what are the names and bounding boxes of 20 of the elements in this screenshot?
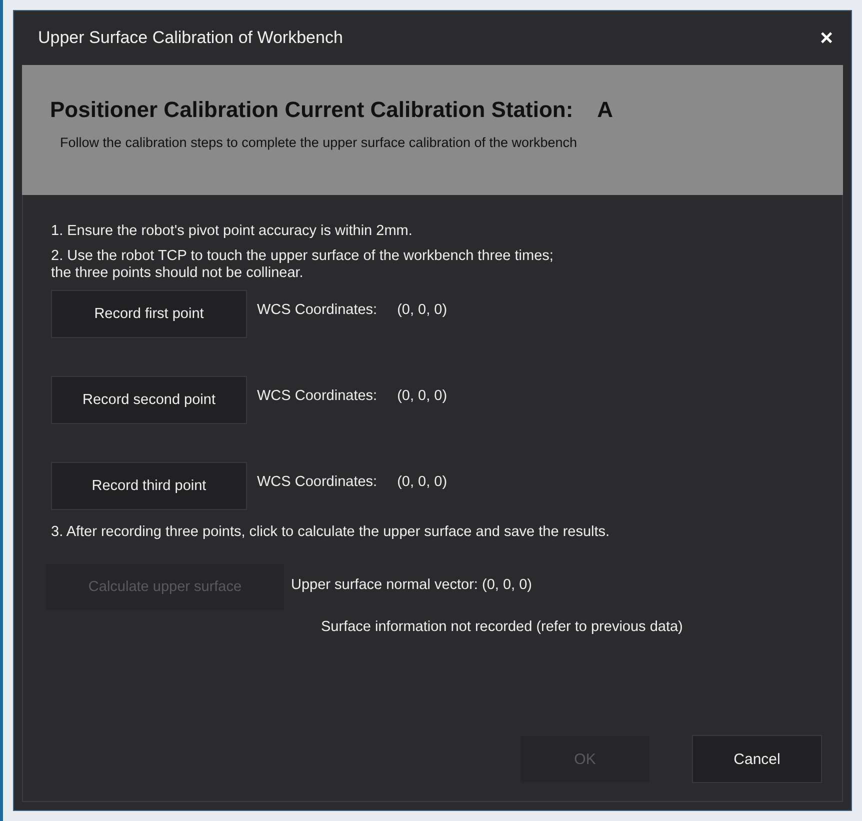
coordinates-label: WCS Coordinates:	[257, 474, 378, 490]
coordinates-label: WCS Coordinates:	[257, 302, 378, 318]
coordinates-value: (0, 0, 0)	[397, 388, 448, 404]
coordinates-value: (0, 0, 0)	[397, 302, 448, 318]
step-text: 2. Use the robot TCP to touch the upper surface of the workbench three times; the three points should not be collinear.	[51, 248, 554, 282]
step-text: 1. Ensure the robot's pivot point accuracy is within 2mm.	[51, 223, 414, 240]
window-title: Upper Surface Calibration of Workbench	[38, 28, 343, 48]
record-button[interactable]: Record first point	[51, 290, 247, 338]
close-button[interactable]: ×	[816, 25, 837, 51]
header-subtitle: Follow the calibration steps to complete the upper surface calibration of the workbench	[60, 135, 578, 150]
step-text: 3. After recording three points, click to calculate the upper surface and save the results.	[51, 524, 611, 541]
dialog-button[interactable]: Cancel	[692, 735, 822, 783]
station-label: A	[597, 97, 614, 123]
coordinates-label: WCS Coordinates:	[257, 388, 378, 404]
record-button[interactable]: Record third point	[51, 462, 247, 510]
record-button[interactable]: Record second point	[51, 376, 247, 424]
info-text: Surface information not recorded (refer to previous data)	[321, 619, 684, 635]
coordinates-value: (0, 0, 0)	[397, 474, 448, 490]
header-title: Positioner Calibration Current Calibration Station:	[50, 97, 574, 123]
normal-vector-text: Upper surface normal vector: (0, 0, 0)	[291, 577, 532, 593]
